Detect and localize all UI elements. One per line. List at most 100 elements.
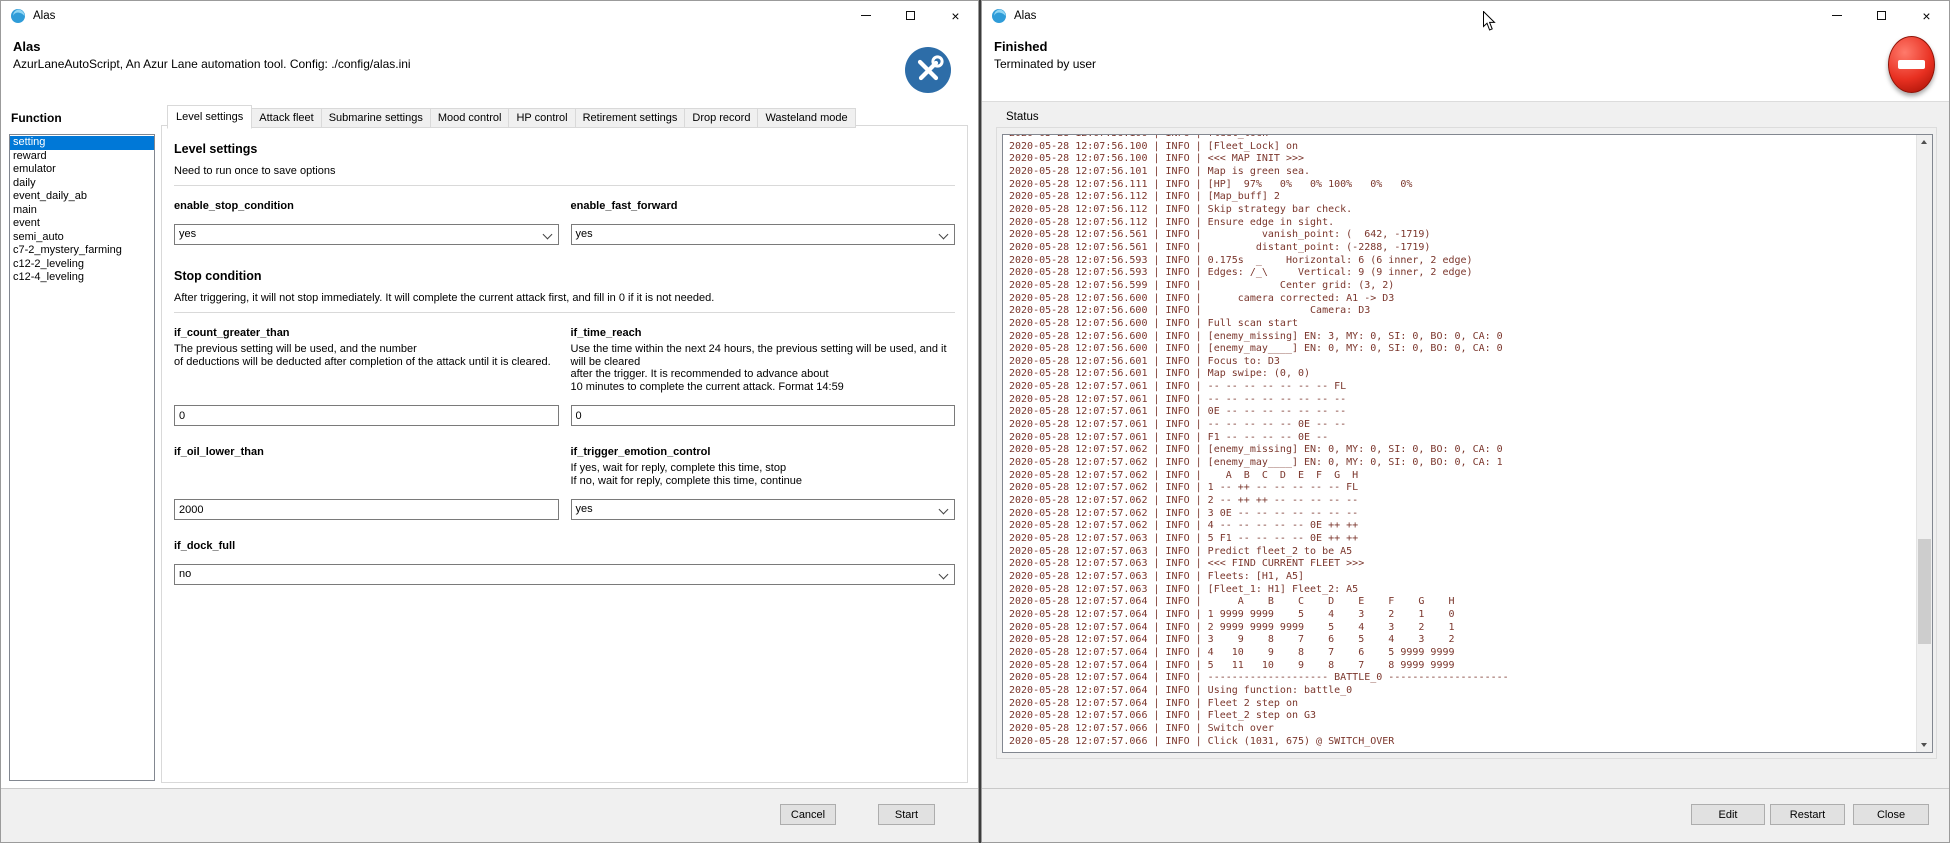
divider xyxy=(174,185,955,186)
settings-tab[interactable]: HP control xyxy=(508,108,575,128)
if-dock-full-value: no xyxy=(179,568,191,580)
field-label-if-time-reach: if_time_reach xyxy=(571,327,956,339)
log-line: 2020-05-28 12:07:56.101 | INFO | Map is … xyxy=(1009,166,1916,179)
function-list-item[interactable]: setting xyxy=(10,136,154,150)
function-list-item[interactable]: event xyxy=(10,217,154,231)
if-oil-lower-than-input[interactable] xyxy=(174,499,559,520)
if-trigger-emotion-control-select[interactable]: yes xyxy=(571,499,956,520)
log-line: 2020-05-28 12:07:57.062 | INFO | A B C D… xyxy=(1009,470,1916,483)
settings-tab[interactable]: Wasteland mode xyxy=(757,108,855,128)
log-line: 2020-05-28 12:07:57.062 | INFO | 1 -- ++… xyxy=(1009,482,1916,495)
log-line: 2020-05-28 12:07:57.064 | INFO | Using f… xyxy=(1009,685,1916,698)
close-button[interactable]: × xyxy=(933,1,978,30)
close-button[interactable]: × xyxy=(1904,1,1949,30)
mouse-cursor xyxy=(1483,11,1497,37)
if-dock-full-select[interactable]: no xyxy=(174,564,955,585)
function-list-item[interactable]: main xyxy=(10,204,154,218)
field-label-if-dock-full: if_dock_full xyxy=(174,540,955,552)
if-time-reach-input[interactable] xyxy=(571,405,956,426)
settings-tab[interactable]: Attack fleet xyxy=(251,108,321,128)
chevron-down-icon xyxy=(939,230,949,240)
scrollbar-thumb[interactable] xyxy=(1918,539,1931,644)
log-line: 2020-05-28 12:07:56.601 | INFO | Map swi… xyxy=(1009,368,1916,381)
close-run-button[interactable]: Close xyxy=(1853,804,1929,825)
function-list-item[interactable]: reward xyxy=(10,150,154,164)
log-line: 2020-05-28 12:07:56.100 | INFO | [Fleet_… xyxy=(1009,141,1916,154)
log-line: 2020-05-28 12:07:57.064 | INFO | 4 10 9 … xyxy=(1009,647,1916,660)
maximize-button[interactable] xyxy=(1859,1,1904,30)
if-trigger-emotion-control-value: yes xyxy=(576,503,593,515)
log-line: 2020-05-28 12:07:57.063 | INFO | [Fleet_… xyxy=(1009,584,1916,597)
tools-icon xyxy=(905,47,951,93)
caption-buttons: × xyxy=(1814,1,1949,30)
scroll-up-icon[interactable] xyxy=(1917,135,1932,150)
function-list-item[interactable]: semi_auto xyxy=(10,231,154,245)
alas-log-window: Alas × Finished Terminated by user Statu… xyxy=(981,0,1950,843)
run-body: Status 2020-05-28 12:07:56.100 | INFO | … xyxy=(982,101,1949,842)
function-list-item[interactable]: c12-4_leveling xyxy=(10,271,154,285)
field-desc-if-count-greater-than: The previous setting will be used, and t… xyxy=(174,343,559,368)
log-line: 2020-05-28 12:07:56.112 | INFO | Ensure … xyxy=(1009,217,1916,230)
section-desc-stop-condition: After triggering, it will not stop immed… xyxy=(174,292,955,304)
run-status-subtitle: Terminated by user xyxy=(994,57,1096,71)
log-line: 2020-05-28 12:07:56.561 | INFO | distant… xyxy=(1009,242,1916,255)
minimize-button[interactable] xyxy=(843,1,888,30)
log-line: 2020-05-28 12:07:56.601 | INFO | Focus t… xyxy=(1009,356,1916,369)
log-line: 2020-05-28 12:07:56.593 | INFO | Edges: … xyxy=(1009,267,1916,280)
page-title: Alas xyxy=(13,39,40,54)
edit-button[interactable]: Edit xyxy=(1691,804,1765,825)
log-line: 2020-05-28 12:07:57.063 | INFO | Predict… xyxy=(1009,546,1916,559)
function-list-item[interactable]: c12-2_leveling xyxy=(10,258,154,272)
status-group-label: Status xyxy=(1006,111,1039,123)
log-line: 2020-05-28 12:07:56.100 | INFO | fleet_l… xyxy=(1009,134,1916,141)
run-header: Finished Terminated by user xyxy=(982,30,1949,101)
window-title: Alas xyxy=(33,10,55,22)
minimize-button[interactable] xyxy=(1814,1,1859,30)
log-line: 2020-05-28 12:07:56.599 | INFO | Center … xyxy=(1009,280,1916,293)
settings-tab[interactable]: Retirement settings xyxy=(575,108,686,128)
scroll-down-icon[interactable] xyxy=(1917,737,1932,752)
log-line: 2020-05-28 12:07:57.063 | INFO | 5 F1 --… xyxy=(1009,533,1916,546)
restart-button[interactable]: Restart xyxy=(1770,804,1845,825)
titlebar: Alas × xyxy=(982,1,1949,30)
log-line: 2020-05-28 12:07:56.100 | INFO | <<< MAP… xyxy=(1009,153,1916,166)
settings-tab[interactable]: Mood control xyxy=(430,108,510,128)
log-line: 2020-05-28 12:07:57.061 | INFO | -- -- -… xyxy=(1009,419,1916,432)
log-line: 2020-05-28 12:07:57.061 | INFO | -- -- -… xyxy=(1009,394,1916,407)
enable-stop-condition-select[interactable]: yes xyxy=(174,224,559,245)
function-label: Function xyxy=(11,111,62,125)
enable-fast-forward-select[interactable]: yes xyxy=(571,224,956,245)
log-line: 2020-05-28 12:07:57.064 | INFO | -------… xyxy=(1009,672,1916,685)
log-line: 2020-05-28 12:07:56.111 | INFO | [HP] 97… xyxy=(1009,179,1916,192)
log-line: 2020-05-28 12:07:57.066 | INFO | Click (… xyxy=(1009,736,1916,749)
function-list-item[interactable]: c7-2_mystery_farming xyxy=(10,244,154,258)
log-line: 2020-05-28 12:07:57.062 | INFO | 2 -- ++… xyxy=(1009,495,1916,508)
settings-tab[interactable]: Drop record xyxy=(684,108,758,128)
settings-tab[interactable]: Level settings xyxy=(167,105,252,129)
section-title-stop-condition: Stop condition xyxy=(174,269,955,283)
minimize-icon xyxy=(1832,15,1842,16)
log-line: 2020-05-28 12:07:57.062 | INFO | 3 0E --… xyxy=(1009,508,1916,521)
alas-config-window: Alas × Alas AzurLaneAutoScript, An Azur … xyxy=(0,0,979,843)
divider xyxy=(174,312,955,313)
log-line: 2020-05-28 12:07:57.062 | INFO | [enemy_… xyxy=(1009,457,1916,470)
chevron-down-icon xyxy=(939,505,949,515)
function-list-item[interactable]: event_daily_ab xyxy=(10,190,154,204)
maximize-button[interactable] xyxy=(888,1,933,30)
start-button[interactable]: Start xyxy=(878,804,935,825)
section-desc-level-settings: Need to run once to save options xyxy=(174,165,955,177)
page-subtitle: AzurLaneAutoScript, An Azur Lane automat… xyxy=(13,57,411,71)
config-header: Alas AzurLaneAutoScript, An Azur Lane au… xyxy=(1,30,978,101)
log-scrollbar[interactable] xyxy=(1916,135,1932,752)
function-list-item[interactable]: emulator xyxy=(10,163,154,177)
cancel-button[interactable]: Cancel xyxy=(780,804,836,825)
log-line: 2020-05-28 12:07:56.600 | INFO | [enemy_… xyxy=(1009,343,1916,356)
log-line: 2020-05-28 12:07:56.600 | INFO | Full sc… xyxy=(1009,318,1916,331)
enable-fast-forward-value: yes xyxy=(576,228,593,240)
function-list-item[interactable]: daily xyxy=(10,177,154,191)
settings-tab[interactable]: Submarine settings xyxy=(321,108,431,128)
if-count-greater-than-input[interactable] xyxy=(174,405,559,426)
titlebar: Alas × xyxy=(1,1,978,30)
run-footer: Edit Restart Close xyxy=(982,788,1949,842)
log-line: 2020-05-28 12:07:57.066 | INFO | Fleet_2… xyxy=(1009,710,1916,723)
